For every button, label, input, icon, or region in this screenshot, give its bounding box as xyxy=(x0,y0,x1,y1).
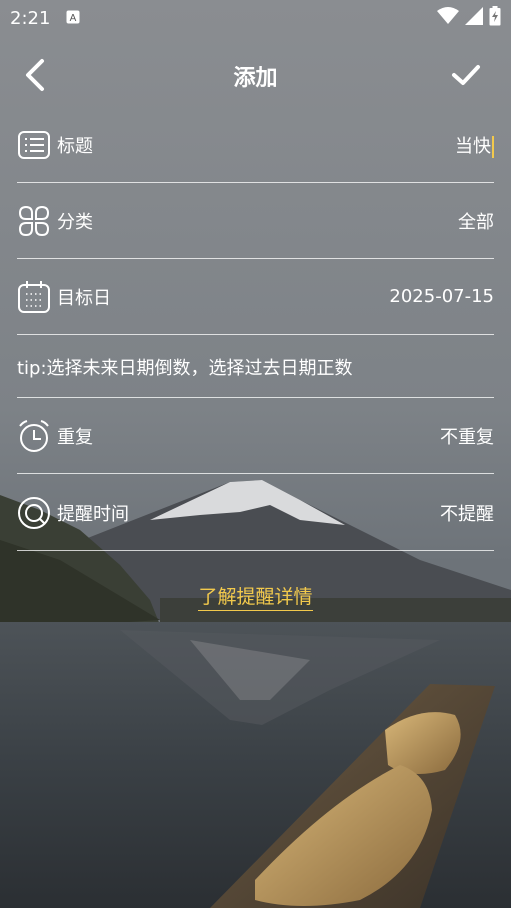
calendar-icon xyxy=(17,280,51,314)
status-time: 2:21 xyxy=(10,7,51,29)
category-grid-icon xyxy=(17,204,51,238)
list-icon xyxy=(17,128,51,162)
status-bar: 2:21 A xyxy=(0,0,511,36)
svg-text:A: A xyxy=(70,13,77,24)
reminder-label: 提醒时间 xyxy=(57,503,129,525)
category-label: 分类 xyxy=(57,211,93,233)
category-value[interactable]: 全部 xyxy=(458,208,494,234)
text-cursor xyxy=(492,135,494,158)
reminder-target-icon xyxy=(17,496,51,530)
signal-icon xyxy=(465,6,483,30)
check-icon[interactable] xyxy=(451,60,481,90)
a-letter-icon: A xyxy=(66,8,80,29)
tip-text: tip:选择未来日期倒数，选择过去日期正数 xyxy=(17,357,353,379)
title-row[interactable]: 标题 当快 xyxy=(17,107,494,183)
repeat-label: 重复 xyxy=(57,426,93,448)
page-title: 添加 xyxy=(233,66,278,91)
title-input[interactable]: 当快 xyxy=(455,132,494,158)
date-label: 目标日 xyxy=(57,287,111,309)
category-row[interactable]: 分类 全部 xyxy=(17,183,494,259)
reminder-row[interactable]: 提醒时间 不提醒 xyxy=(17,475,494,551)
toolbar: 添加 xyxy=(0,48,511,102)
date-row[interactable]: 目标日 2025-07-15 xyxy=(17,259,494,335)
tip-row: tip:选择未来日期倒数，选择过去日期正数 xyxy=(17,336,494,398)
alarm-clock-icon xyxy=(17,419,51,453)
repeat-row[interactable]: 重复 不重复 xyxy=(17,398,494,474)
reminder-value[interactable]: 不提醒 xyxy=(440,500,494,526)
date-value[interactable]: 2025-07-15 xyxy=(389,286,494,307)
battery-icon xyxy=(489,5,501,31)
wifi-icon xyxy=(437,6,459,30)
reminder-details-link-container: 了解提醒详情 xyxy=(0,582,511,611)
repeat-value[interactable]: 不重复 xyxy=(440,423,494,449)
title-label: 标题 xyxy=(57,135,93,157)
reminder-details-link[interactable]: 了解提醒详情 xyxy=(198,586,313,611)
